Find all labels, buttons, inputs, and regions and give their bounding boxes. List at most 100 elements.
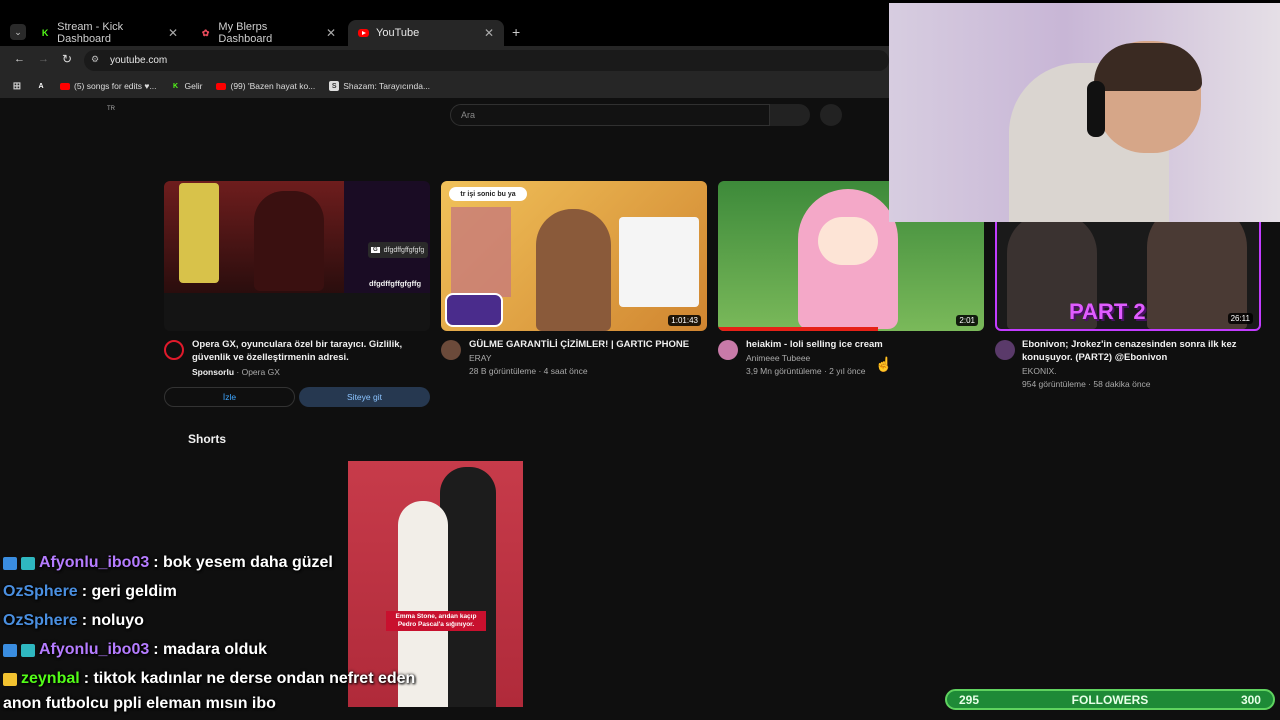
bookmark-songs[interactable]: (5) songs for edits ♥... (60, 81, 157, 91)
figure-shape (179, 183, 219, 283)
url-text: youtube.com (110, 55, 168, 66)
badge-icon (3, 556, 17, 570)
close-icon[interactable]: ✕ (484, 26, 494, 40)
voice-search-button[interactable] (820, 104, 842, 126)
chat-text: : madara olduk (153, 641, 268, 658)
video-meta: 954 görüntüleme · 58 dakika önce (1022, 379, 1151, 389)
video-meta: 28 B görüntüleme · 4 saat önce (469, 366, 588, 376)
kick-icon: K (41, 28, 49, 38)
chat-username: Afyonlu_ibo03 (39, 641, 150, 658)
chat-text: anon futbolcu ppli eleman mısın ibo (3, 695, 276, 712)
anime-face (818, 217, 878, 265)
search-input[interactable]: Ara (450, 104, 770, 126)
bookmark-a[interactable]: A (36, 81, 46, 91)
chat-message: OzSphere : noluyo (3, 612, 144, 630)
channel-avatar[interactable] (441, 340, 461, 360)
bookmark-label: (99) 'Bazen hayat ko... (230, 81, 316, 91)
short-caption: Emma Stone, arıdan kaçıp Pedro Pascal'a … (386, 611, 486, 631)
site-settings-icon[interactable]: ⚙ (91, 54, 99, 65)
crown-badge-icon (3, 672, 17, 686)
webcam-overlay (889, 3, 1280, 222)
chat-message: zeynbal : tiktok kadınlar ne derse ondan… (3, 670, 415, 688)
chat-text: : tiktok kadınlar ne derse ondan nefret … (83, 670, 416, 687)
tab-search-button[interactable]: ⌄ (10, 24, 26, 40)
close-icon[interactable]: ✕ (168, 26, 178, 40)
tab-label: Stream - Kick Dashboard (57, 21, 124, 45)
close-icon[interactable]: ✕ (326, 26, 336, 40)
channel-name[interactable]: Animeee Tubeee (746, 352, 810, 365)
tab-kick-dashboard[interactable]: K Stream - Kick Dashboard ✕ (30, 20, 188, 46)
google-icon: G (371, 247, 380, 253)
channel-name[interactable]: ERAY (469, 352, 492, 365)
new-tab-plus-icon[interactable]: + (512, 24, 520, 40)
followers-current: 295 (959, 692, 980, 707)
ad-thumb-footer (164, 293, 430, 331)
tab-label: My Blerps Dashboard (218, 21, 273, 45)
ad-title[interactable]: Opera GX, oyunculara özel bir tarayıcı. … (192, 338, 422, 364)
reload-icon[interactable]: ↻ (62, 52, 72, 66)
person-silhouette (536, 209, 611, 331)
apps-grid-icon: ⊞ (12, 80, 22, 92)
ad-thumb-text: dfgdffgffgfgfg (383, 246, 425, 254)
chevron-down-icon: ⌄ (14, 26, 22, 37)
video-thumbnail[interactable]: tr işi sonic bu ya 1:01:43 (441, 181, 707, 331)
shorts-heading: Shorts (188, 432, 227, 446)
video-duration: 2:01 (956, 315, 978, 326)
bookmark-label: (5) songs for edits ♥... (74, 81, 157, 91)
hand-cursor-icon: ☝ (875, 356, 893, 372)
badge-icon (21, 556, 35, 570)
channel-avatar[interactable] (995, 340, 1015, 360)
blerp-icon: ✿ (201, 27, 210, 38)
apps-bookmark[interactable]: ⊞ (12, 80, 22, 92)
video-title[interactable]: heiakim - loli selling ice cream (746, 338, 976, 351)
opera-gx-icon[interactable] (164, 340, 184, 360)
tab-label: YouTube (376, 27, 420, 39)
channel-name[interactable]: EKONIX. (1022, 365, 1056, 378)
bookmark-bazen[interactable]: (99) 'Bazen hayat ko... (216, 81, 315, 91)
letter-a-icon: A (38, 82, 44, 90)
ad-thumbnail[interactable]: G dfgdffgffgfgfg dfgdffgffgfgffg (164, 181, 430, 331)
followers-goal: 300 (1240, 692, 1261, 707)
video-meta: 3,9 Mn görüntüleme · 2 yıl önce (746, 366, 866, 376)
forward-arrow-icon[interactable]: → (38, 53, 49, 65)
bookmark-shazam[interactable]: S Shazam: Tarayıcında... (329, 81, 430, 91)
chat-text: : bok yesem daha güzel (153, 554, 333, 571)
tab-blerps-dashboard[interactable]: ✿ My Blerps Dashboard ✕ (190, 20, 346, 46)
search-placeholder: Ara (461, 110, 476, 120)
ad-side-panel (344, 181, 430, 293)
region-code: TR (107, 106, 115, 112)
thumb-bubble: tr işi sonic bu ya (449, 187, 527, 201)
video-title[interactable]: Ebonivon; Jrokez'in cenazesinden sonra i… (1022, 338, 1252, 364)
ad-thumb-text-2: dfgdffgffgfgffg (369, 279, 422, 288)
person-hair (1094, 43, 1202, 91)
badge-icon (3, 643, 17, 657)
chat-username: Afyonlu_ibo03 (39, 554, 150, 571)
followers-goal-bar: 295 FOLLOWERS 300 (945, 689, 1275, 710)
chat-message-continued: anon futbolcu ppli eleman mısın ibo (3, 695, 276, 713)
back-arrow-icon[interactable]: ← (14, 53, 25, 65)
chat-message: Afyonlu_ibo03 : madara olduk (3, 641, 267, 659)
chat-text: : geri geldim (81, 583, 177, 600)
bookmark-gelir[interactable]: K Gelir (171, 81, 202, 91)
channel-avatar[interactable] (718, 340, 738, 360)
youtube-icon (358, 29, 369, 37)
search-button[interactable] (770, 104, 810, 126)
sponsored-label: Sponsorlu (192, 367, 235, 377)
headset-icon (1087, 81, 1105, 137)
chat-text: : noluyo (81, 612, 144, 629)
kick-icon: K (173, 82, 179, 90)
visit-site-button[interactable]: Siteye git (299, 387, 430, 407)
chat-message: OzSphere : geri geldim (3, 583, 177, 601)
video-title[interactable]: GÜLME GARANTİLİ ÇİZİMLER! | GARTIC PHONE (469, 338, 699, 351)
watch-progress-bar (718, 327, 878, 331)
sponsor-name: · Opera GX (236, 367, 280, 377)
chat-username: OzSphere (3, 583, 78, 600)
tab-youtube[interactable]: YouTube ✕ (348, 20, 504, 46)
chat-username: OzSphere (3, 612, 78, 629)
followers-label: FOLLOWERS (1071, 692, 1149, 707)
chat-username: zeynbal (21, 670, 80, 687)
gartic-phone-logo (445, 293, 503, 327)
watch-button[interactable]: İzle (164, 387, 295, 407)
shazam-icon: S (329, 81, 340, 91)
url-field[interactable]: ⚙ youtube.com (84, 50, 889, 71)
